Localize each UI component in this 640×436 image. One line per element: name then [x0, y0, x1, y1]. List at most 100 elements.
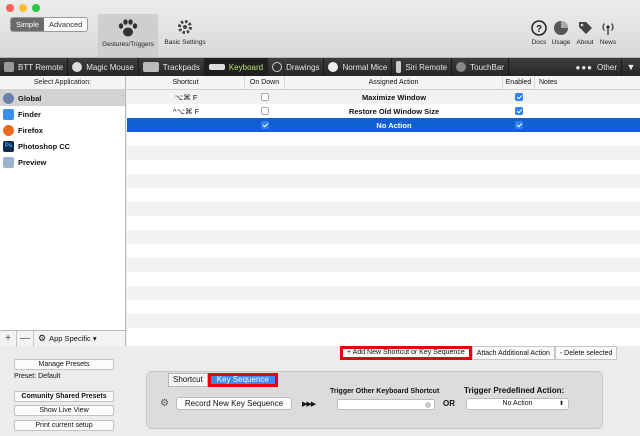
tab-touchbar[interactable]: TouchBar	[452, 58, 509, 76]
trigger-type-segmented[interactable]: Shortcut Key Sequence	[168, 373, 278, 387]
column-header-enabled[interactable]: Enabled	[503, 76, 535, 89]
mode-toggle[interactable]: Simple Advanced	[10, 17, 89, 32]
attach-action-button[interactable]: Attach Additional Action	[471, 346, 555, 360]
tab-drawings[interactable]: Drawings	[268, 58, 325, 76]
or-label: OR	[443, 399, 455, 408]
delete-selected-button[interactable]: - Delete selected	[554, 346, 618, 360]
gestures-triggers-button[interactable]: Gestures/Triggers	[98, 14, 158, 57]
app-item-photoshop[interactable]: Ps Photoshop CC	[0, 138, 125, 154]
news-label: News	[599, 39, 617, 46]
community-presets-button[interactable]: Comunity Shared Presets	[14, 391, 114, 402]
app-item-firefox[interactable]: Firefox	[0, 122, 125, 138]
tab-magic-mouse[interactable]: Magic Mouse	[68, 58, 139, 76]
gestures-triggers-label: Gestures/Triggers	[102, 41, 154, 48]
globe-icon	[3, 92, 14, 104]
tab-btt-remote[interactable]: BTT Remote	[0, 58, 69, 76]
trigger-predefined-label: Trigger Predefined Action:	[464, 386, 565, 395]
shortcut-table: Shortcut On Down Assigned Action Enabled…	[127, 76, 640, 346]
category-tab-bar: BTT Remote Magic Mouse Trackpads Keyboar…	[0, 58, 640, 76]
app-item-global[interactable]: Global	[0, 90, 125, 106]
clear-icon[interactable]	[425, 402, 431, 408]
docs-button[interactable]: ? Docs	[529, 20, 549, 46]
tab-trackpads[interactable]: Trackpads	[139, 58, 205, 76]
basic-settings-button[interactable]: Basic Settings	[160, 18, 210, 46]
segment-key-sequence[interactable]: Key Sequence	[207, 373, 278, 387]
keyboard-shortcut-field[interactable]	[337, 399, 435, 410]
close-window-button[interactable]	[6, 4, 14, 12]
gear-icon[interactable]: ⚙	[160, 398, 169, 409]
usage-button[interactable]: Usage	[550, 20, 572, 46]
keyboard-icon	[208, 64, 225, 70]
about-button[interactable]: About	[574, 20, 596, 46]
remove-app-button[interactable]: —	[17, 330, 34, 347]
on-down-checkbox[interactable]	[261, 107, 269, 115]
paw-icon	[118, 19, 138, 37]
table-row-empty	[127, 314, 640, 328]
on-down-checkbox[interactable]	[261, 93, 269, 101]
table-header: Shortcut On Down Assigned Action Enabled…	[127, 76, 640, 90]
table-row-empty	[127, 146, 640, 160]
table-row-selected[interactable]: No Action	[127, 118, 640, 132]
column-header-notes[interactable]: Notes	[535, 76, 640, 89]
mode-advanced-button[interactable]: Advanced	[43, 18, 88, 31]
arrows-indicator: ▶▶▶	[302, 401, 316, 408]
minimize-window-button[interactable]	[19, 4, 27, 12]
svg-text:?: ?	[536, 24, 542, 35]
trigger-other-label: Trigger Other Keyboard Shortcut	[330, 388, 440, 395]
on-down-checkbox[interactable]	[261, 121, 269, 129]
table-row-empty	[127, 216, 640, 230]
news-button[interactable]: News	[597, 20, 619, 46]
remote-icon	[4, 62, 14, 72]
question-icon: ?	[531, 20, 547, 36]
zoom-window-button[interactable]	[32, 4, 40, 12]
table-row-empty	[127, 132, 640, 146]
column-header-action[interactable]: Assigned Action	[285, 76, 503, 89]
shortcut-cell: ⌥⌘ F	[174, 92, 198, 102]
column-header-on-down[interactable]: On Down	[245, 76, 285, 89]
preset-status: Preset: Default	[14, 373, 61, 380]
show-live-view-button[interactable]: Show Live View	[14, 405, 114, 416]
pie-chart-icon	[554, 21, 568, 35]
firefox-icon	[3, 124, 14, 136]
shortcut-cell: ^⌥⌘ F	[172, 106, 200, 116]
about-label: About	[576, 39, 594, 46]
predefined-action-select[interactable]: No Action ⬍	[466, 398, 569, 410]
app-item-finder[interactable]: Finder	[0, 106, 125, 122]
preview-icon	[3, 156, 14, 168]
tab-other[interactable]: ●●● Other	[571, 58, 622, 76]
print-setup-button[interactable]: Print current setup	[14, 420, 114, 431]
chevron-down-icon[interactable]: ▼	[622, 58, 640, 76]
gear-icon	[178, 20, 192, 34]
table-row-empty	[127, 258, 640, 272]
enabled-checkbox[interactable]	[515, 121, 523, 129]
table-row-empty	[127, 230, 640, 244]
tab-siri-remote[interactable]: Siri Remote	[392, 58, 453, 76]
table-row[interactable]: ^⌥⌘ F Restore Old Window Size	[127, 104, 640, 118]
tab-normal-mice[interactable]: Normal Mice	[324, 58, 393, 76]
column-header-shortcut[interactable]: Shortcut	[127, 76, 245, 89]
chevron-updown-icon: ⬍	[558, 401, 564, 407]
table-body: ⌥⌘ F Maximize Window ^⌥⌘ F Restore Old W…	[127, 90, 640, 328]
enabled-checkbox[interactable]	[515, 93, 523, 101]
add-shortcut-button[interactable]: + Add New Shortcut or Key Sequence	[340, 346, 472, 360]
add-app-button[interactable]: +	[0, 330, 17, 347]
manage-presets-button[interactable]: Manage Presets	[14, 359, 114, 370]
touchbar-icon	[456, 62, 467, 72]
table-row[interactable]: ⌥⌘ F Maximize Window	[127, 90, 640, 104]
basic-settings-label: Basic Settings	[164, 39, 206, 46]
broadcast-icon	[602, 23, 614, 35]
gear-icon: ⚙	[38, 333, 47, 343]
table-row-empty	[127, 300, 640, 314]
record-key-sequence-button[interactable]: Record New Key Sequence	[176, 397, 292, 410]
app-specific-menu[interactable]: ⚙ App Specific ▾	[34, 333, 97, 344]
segment-shortcut[interactable]: Shortcut	[168, 373, 208, 387]
mode-simple-button[interactable]: Simple	[11, 18, 44, 31]
more-dots-icon: ●●●	[575, 62, 593, 72]
action-cell: Maximize Window	[361, 92, 427, 102]
finder-icon	[3, 108, 14, 120]
enabled-checkbox[interactable]	[515, 107, 523, 115]
sidebar-footer: + — ⚙ App Specific ▾	[0, 330, 126, 347]
app-item-preview[interactable]: Preview	[0, 154, 125, 170]
drawing-icon	[272, 62, 283, 72]
tab-keyboard[interactable]: Keyboard	[204, 58, 269, 76]
